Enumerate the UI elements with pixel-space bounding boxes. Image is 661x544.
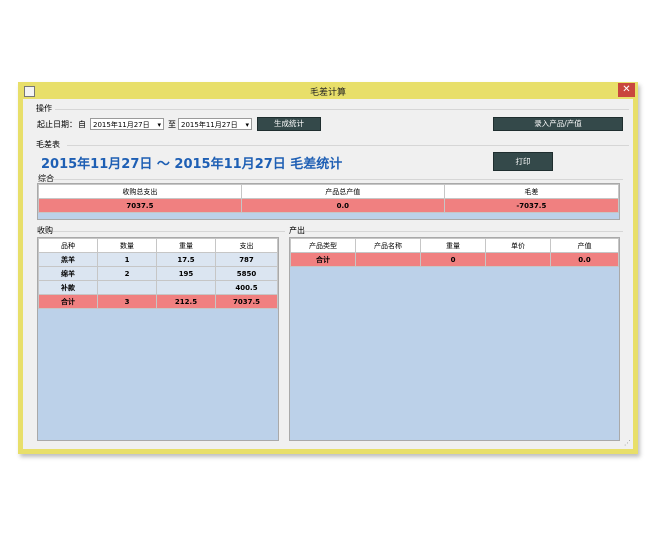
purchase-table: 品种 数量 重量 支出 羔羊 1 17.5 787 绵羊 2 195 5850 [38, 238, 278, 309]
table-cell: 0.0 [240, 198, 445, 213]
close-button[interactable]: ✕ [618, 83, 635, 97]
table-cell: 0 [420, 252, 486, 267]
to-label: 至 [168, 120, 176, 129]
table-cell [485, 252, 551, 267]
col-header: 单价 [485, 238, 551, 253]
col-header: 支出 [215, 238, 278, 253]
table-cell: 合计 [290, 252, 356, 267]
col-header: 重量 [420, 238, 486, 253]
client-area: 操作 起止日期： 自 2015年11月27日 ▾ 至 2015年11月27日 ▾… [23, 99, 633, 449]
report-divider [67, 145, 629, 146]
output-header-row: 产品类型 产品名称 重量 单价 产值 [290, 238, 619, 253]
table-cell [97, 280, 157, 295]
table-cell: 7037.5 [38, 198, 242, 213]
table-cell: 2 [97, 266, 157, 281]
summary-header-row: 收购总支出 产品总产值 毛差 [38, 184, 620, 199]
col-header: 数量 [97, 238, 157, 253]
end-date-picker[interactable]: 2015年11月27日 ▾ [178, 118, 252, 130]
output-table: 产品类型 产品名称 重量 单价 产值 合计 0 0.0 [290, 238, 619, 267]
table-cell: 212.5 [156, 294, 216, 309]
chevron-down-icon[interactable]: ▾ [157, 119, 161, 131]
purchase-label: 收购 [37, 226, 53, 235]
table-cell: 合计 [38, 294, 98, 309]
col-header: 产值 [550, 238, 619, 253]
total-row[interactable]: 合计 3 212.5 7037.5 [38, 294, 278, 309]
table-cell: 1 [97, 252, 157, 267]
table-cell: 绵羊 [38, 266, 98, 281]
summary-divider [53, 179, 623, 180]
summary-grid[interactable]: 收购总支出 产品总产值 毛差 7037.5 0.0 -7037.5 [37, 183, 620, 220]
total-row[interactable]: 合计 0 0.0 [290, 252, 619, 267]
report-group-label: 毛差表 [36, 140, 60, 149]
table-cell: -7037.5 [443, 198, 620, 213]
from-label: 自 [78, 120, 86, 129]
col-header: 产品名称 [355, 238, 421, 253]
purchase-divider [53, 231, 285, 232]
output-grid[interactable]: 产品类型 产品名称 重量 单价 产值 合计 0 0.0 [289, 237, 620, 441]
table-cell: 195 [156, 266, 216, 281]
table-cell [156, 280, 216, 295]
col-header: 收购总支出 [38, 184, 242, 199]
col-header: 产品类型 [290, 238, 356, 253]
col-header: 产品总产值 [240, 184, 445, 199]
generate-stats-button[interactable]: 生成统计 [257, 117, 321, 131]
table-row[interactable]: 7037.5 0.0 -7037.5 [38, 198, 620, 213]
table-cell: 17.5 [156, 252, 216, 267]
table-cell: 补款 [38, 280, 98, 295]
table-cell: 787 [215, 252, 278, 267]
print-button[interactable]: 打印 [493, 152, 553, 171]
table-row[interactable]: 绵羊 2 195 5850 [38, 266, 278, 281]
table-cell: 羔羊 [38, 252, 98, 267]
col-header: 品种 [38, 238, 98, 253]
table-cell: 0.0 [550, 252, 619, 267]
output-label: 产出 [289, 226, 305, 235]
window-title: 毛差计算 [309, 88, 346, 98]
main-window: 毛差计算 ✕ 操作 起止日期： 自 2015年11月27日 ▾ 至 2015年1… [18, 82, 638, 454]
purchase-grid[interactable]: 品种 数量 重量 支出 羔羊 1 17.5 787 绵羊 2 195 5850 [37, 237, 279, 441]
resize-grip-icon[interactable]: ⋰ [624, 439, 631, 447]
table-row[interactable]: 补款 400.5 [38, 280, 278, 295]
summary-table: 收购总支出 产品总产值 毛差 7037.5 0.0 -7037.5 [38, 184, 620, 213]
table-cell: 3 [97, 294, 157, 309]
table-row[interactable]: 羔羊 1 17.5 787 [38, 252, 278, 267]
output-divider [305, 231, 623, 232]
table-cell: 7037.5 [215, 294, 278, 309]
col-header: 毛差 [443, 184, 620, 199]
entry-product-button[interactable]: 录入产品/产值 [493, 117, 623, 131]
report-heading: 2015年11月27日 ～ 2015年11月27日 毛差统计 [41, 157, 343, 172]
chevron-down-icon[interactable]: ▾ [245, 119, 249, 131]
purchase-header-row: 品种 数量 重量 支出 [38, 238, 278, 253]
table-cell: 5850 [215, 266, 278, 281]
title-bar[interactable]: 毛差计算 ✕ [18, 82, 638, 99]
col-header: 重量 [156, 238, 216, 253]
table-cell [355, 252, 421, 267]
table-cell: 400.5 [215, 280, 278, 295]
end-date-value: 2015年11月27日 [181, 121, 238, 129]
ops-group-label: 操作 [36, 104, 52, 113]
start-date-picker[interactable]: 2015年11月27日 ▾ [90, 118, 164, 130]
ops-divider [55, 109, 629, 110]
date-range-label: 起止日期： [37, 120, 77, 129]
start-date-value: 2015年11月27日 [93, 121, 150, 129]
